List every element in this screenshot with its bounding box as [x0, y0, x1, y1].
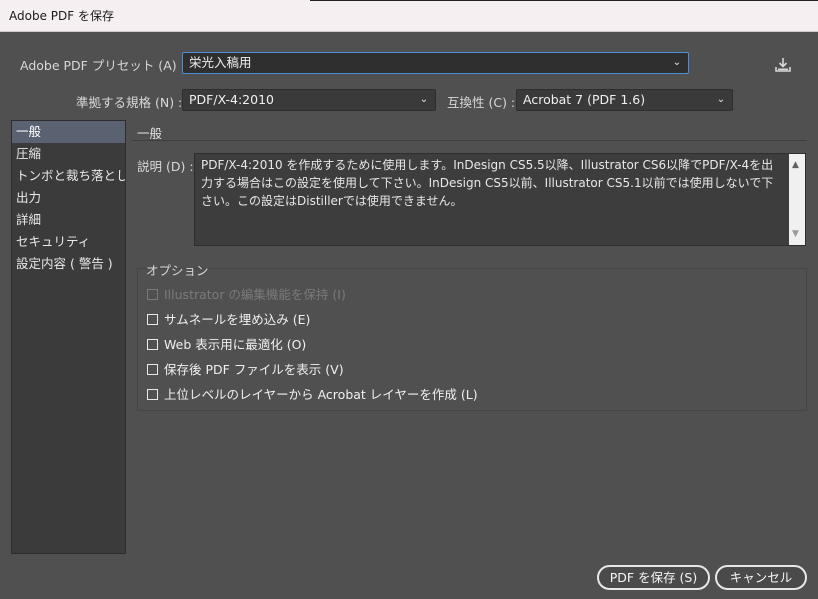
- chevron-down-icon: ⌄: [672, 57, 682, 68]
- compat-select[interactable]: Acrobat 7 (PDF 1.6) ⌄: [516, 89, 733, 111]
- option-optimize-web[interactable]: Web 表示用に最適化 (O): [147, 336, 306, 354]
- window-title: Adobe PDF を保存: [9, 9, 114, 23]
- preset-label: Adobe PDF プリセット (A) :: [20, 58, 185, 73]
- checkbox[interactable]: [147, 339, 158, 350]
- chevron-down-icon: ⌄: [419, 94, 429, 105]
- description-label: 説明 (D) :: [137, 159, 194, 174]
- option-create-acrobat-layers[interactable]: 上位レベルのレイヤーから Acrobat レイヤーを作成 (L): [147, 386, 478, 404]
- sidebar-item-output[interactable]: 出力: [12, 187, 125, 209]
- standard-value: PDF/X-4:2010: [189, 92, 274, 107]
- option-label: Web 表示用に最適化 (O): [164, 337, 307, 352]
- category-sidebar: 一般 圧縮 トンボと裁ち落とし 出力 詳細 セキュリティ 設定内容 ( 警告 ): [11, 120, 126, 554]
- description-textarea[interactable]: PDF/X-4:2010 を作成するために使用します。InDesign CS5.…: [194, 153, 806, 246]
- scroll-down-icon[interactable]: ▼: [792, 225, 799, 243]
- chevron-down-icon: ⌄: [716, 94, 726, 105]
- option-embed-thumbnails[interactable]: サムネールを埋め込み (E): [147, 311, 310, 329]
- preset-select[interactable]: 栄光入稿用 ⌄: [182, 52, 689, 74]
- sidebar-item-label: 一般: [16, 124, 42, 139]
- sidebar-item-general[interactable]: 一般: [12, 121, 125, 143]
- checkbox[interactable]: [147, 389, 158, 400]
- sidebar-item-label: 詳細: [16, 212, 42, 227]
- standard-select[interactable]: PDF/X-4:2010 ⌄: [182, 89, 436, 111]
- sidebar-item-label: 設定内容 ( 警告 ): [16, 256, 113, 271]
- sidebar-item-compression[interactable]: 圧縮: [12, 143, 125, 165]
- sidebar-item-marks-bleeds[interactable]: トンボと裁ち落とし: [12, 165, 125, 187]
- description-text: PDF/X-4:2010 を作成するために使用します。InDesign CS5.…: [201, 158, 774, 208]
- compat-value: Acrobat 7 (PDF 1.6): [523, 92, 646, 107]
- standard-label: 準拠する規格 (N) :: [76, 95, 183, 110]
- section-divider: [132, 140, 807, 141]
- checkbox[interactable]: [147, 364, 158, 375]
- option-preserve-illustrator-editing[interactable]: Illustrator の編集機能を保持 (I): [147, 286, 346, 304]
- option-label: 保存後 PDF ファイルを表示 (V): [164, 362, 344, 377]
- sidebar-item-summary[interactable]: 設定内容 ( 警告 ): [12, 253, 125, 275]
- options-legend: オプション: [146, 263, 209, 278]
- save-pdf-button[interactable]: PDF を保存 (S): [597, 565, 710, 590]
- sidebar-item-advanced[interactable]: 詳細: [12, 209, 125, 231]
- title-bar: Adobe PDF を保存: [0, 0, 818, 32]
- scroll-up-icon[interactable]: ▲: [792, 156, 799, 174]
- title-bar-divider: [310, 0, 818, 1]
- cancel-button[interactable]: キャンセル: [715, 565, 807, 590]
- compat-label: 互換性 (C) :: [447, 95, 516, 110]
- sidebar-item-label: 出力: [16, 190, 42, 205]
- sidebar-item-label: トンボと裁ち落とし: [16, 168, 125, 183]
- sidebar-item-security[interactable]: セキュリティ: [12, 231, 125, 253]
- preset-value: 栄光入稿用: [189, 55, 252, 70]
- checkbox[interactable]: [147, 289, 158, 300]
- sidebar-item-label: セキュリティ: [16, 234, 91, 249]
- option-label: 上位レベルのレイヤーから Acrobat レイヤーを作成 (L): [164, 387, 478, 402]
- option-label: Illustrator の編集機能を保持 (I): [164, 287, 346, 302]
- save-preset-icon[interactable]: [772, 55, 794, 75]
- option-view-after-saving[interactable]: 保存後 PDF ファイルを表示 (V): [147, 361, 344, 379]
- checkbox[interactable]: [147, 314, 158, 325]
- sidebar-item-label: 圧縮: [16, 146, 42, 161]
- description-scrollbar[interactable]: ▲ ▼: [789, 154, 805, 245]
- option-label: サムネールを埋め込み (E): [164, 312, 311, 327]
